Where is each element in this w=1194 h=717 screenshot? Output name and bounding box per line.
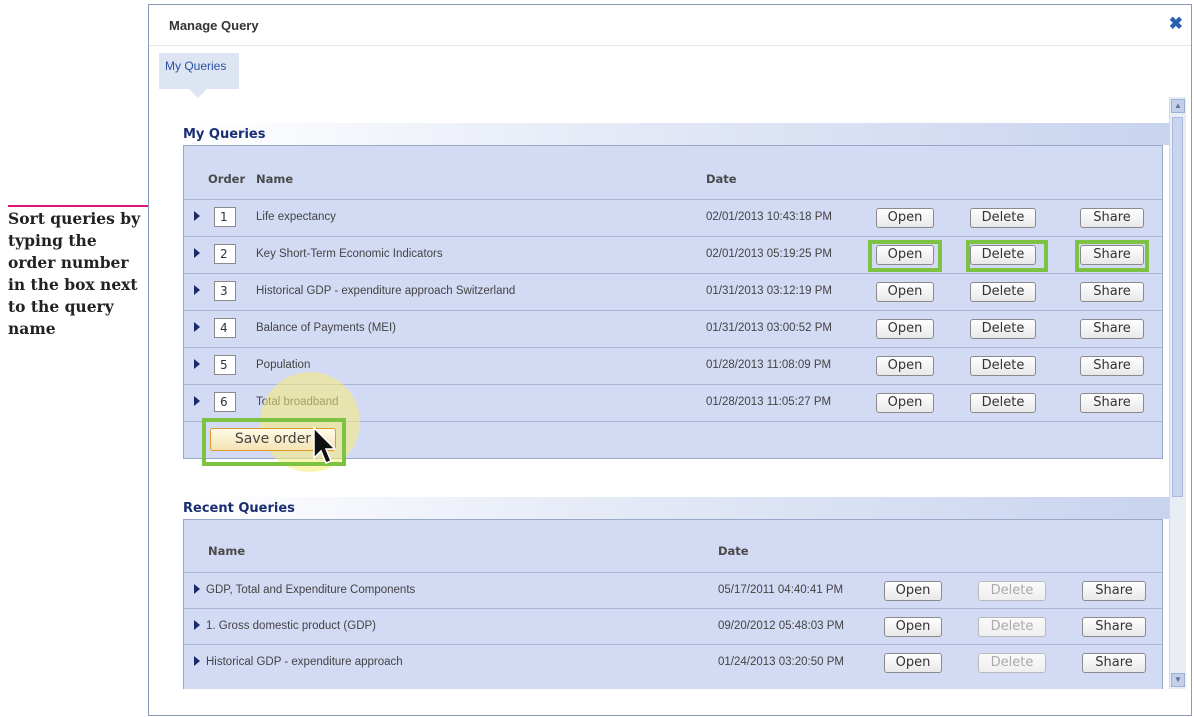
delete-button[interactable]: Delete xyxy=(978,581,1046,601)
recent-queries-heading: Recent Queries xyxy=(183,497,1169,519)
recent-query-row[interactable]: GDP, Total and Expenditure Components 05/… xyxy=(184,572,1162,609)
highlight-share-button xyxy=(1075,240,1149,272)
annotation-callout: Sort queries by typing the order number … xyxy=(8,209,141,338)
expand-arrow-icon[interactable] xyxy=(194,359,200,369)
recent-query-date: 01/24/2013 03:20:50 PM xyxy=(718,656,844,668)
recent-query-name: Historical GDP - expenditure approach xyxy=(206,656,403,668)
recent-query-name: GDP, Total and Expenditure Components xyxy=(206,584,416,596)
scroll-down-arrow-icon[interactable]: ▼ xyxy=(1171,673,1185,687)
delete-button[interactable]: Delete xyxy=(978,653,1046,673)
order-number-input[interactable]: 3 xyxy=(214,281,236,301)
share-button[interactable]: Share xyxy=(1080,208,1144,228)
recent-query-row[interactable]: Historical GDP - expenditure approach 01/… xyxy=(184,644,1162,681)
scrollbar-thumb[interactable] xyxy=(1172,117,1183,497)
expand-arrow-icon[interactable] xyxy=(194,285,200,295)
my-queries-heading: My Queries xyxy=(183,123,1169,145)
highlight-delete-button xyxy=(966,240,1048,272)
open-button[interactable]: Open xyxy=(876,356,934,376)
recent-query-row[interactable]: 1. Gross domestic product (GDP) 09/20/201… xyxy=(184,608,1162,645)
open-button[interactable]: Open xyxy=(876,393,934,413)
tab-my-queries[interactable]: My Queries xyxy=(159,53,239,89)
open-button[interactable]: Open xyxy=(884,653,942,673)
query-name: Key Short-Term Economic Indicators xyxy=(256,248,443,260)
mouse-pointer-icon xyxy=(313,426,337,464)
column-header-date: Date xyxy=(706,172,737,186)
delete-button[interactable]: Delete xyxy=(978,617,1046,637)
share-button[interactable]: Share xyxy=(1082,581,1146,601)
share-button[interactable]: Share xyxy=(1082,617,1146,637)
expand-arrow-icon[interactable] xyxy=(194,211,200,221)
recent-column-header-date: Date xyxy=(718,544,749,558)
open-button[interactable]: Open xyxy=(876,208,934,228)
recent-query-name: 1. Gross domestic product (GDP) xyxy=(206,620,376,632)
order-number-input[interactable]: 4 xyxy=(214,318,236,338)
query-date: 01/28/2013 11:05:27 PM xyxy=(706,396,832,408)
open-button[interactable]: Open xyxy=(876,319,934,339)
query-date: 01/28/2013 11:08:09 PM xyxy=(706,359,832,371)
recent-query-date: 05/17/2011 04:40:41 PM xyxy=(718,584,844,596)
order-number-input[interactable]: 2 xyxy=(214,244,236,264)
expand-arrow-icon[interactable] xyxy=(194,322,200,332)
tab-my-queries-label: My Queries xyxy=(165,59,227,73)
open-button[interactable]: Open xyxy=(884,617,942,637)
open-button[interactable]: Open xyxy=(884,581,942,601)
column-header-name: Name xyxy=(256,172,294,186)
recent-column-header-name: Name xyxy=(208,544,246,558)
query-date: 02/01/2013 05:19:25 PM xyxy=(706,248,832,260)
query-name: Balance of Payments (MEI) xyxy=(256,322,396,334)
dialog-titlebar: Manage Query ✖ xyxy=(149,5,1191,46)
expand-arrow-icon[interactable] xyxy=(194,656,200,666)
dialog-title: Manage Query xyxy=(169,18,259,33)
delete-button[interactable]: Delete xyxy=(970,319,1036,339)
vertical-scrollbar[interactable]: ▲ ▼ xyxy=(1169,97,1186,689)
query-row[interactable]: 1 Life expectancy 02/01/2013 10:43:18 PM Op… xyxy=(184,199,1162,236)
share-button[interactable]: Share xyxy=(1080,356,1144,376)
recent-queries-table: Name Date GDP, Total and Expenditure Com… xyxy=(183,519,1163,689)
expand-arrow-icon[interactable] xyxy=(194,396,200,406)
query-row[interactable]: 4 Balance of Payments (MEI) 01/31/2013 03:… xyxy=(184,310,1162,347)
manage-query-dialog: Manage Query ✖ My Queries My Queries Ord… xyxy=(148,4,1192,716)
share-button[interactable]: Share xyxy=(1080,393,1144,413)
delete-button[interactable]: Delete xyxy=(970,393,1036,413)
column-header-order: Order xyxy=(208,172,246,186)
share-button[interactable]: Share xyxy=(1080,282,1144,302)
query-name: Historical GDP - expenditure approach Sw… xyxy=(256,285,516,297)
expand-arrow-icon[interactable] xyxy=(194,620,200,630)
query-name: Life expectancy xyxy=(256,211,336,223)
highlight-open-button xyxy=(868,240,942,272)
query-name: Population xyxy=(256,359,311,371)
order-number-input[interactable]: 6 xyxy=(214,392,236,412)
close-icon[interactable]: ✖ xyxy=(1169,14,1183,34)
recent-query-date: 09/20/2012 05:48:03 PM xyxy=(718,620,844,632)
query-date: 01/31/2013 03:12:19 PM xyxy=(706,285,832,297)
query-date: 02/01/2013 10:43:18 PM xyxy=(706,211,832,223)
expand-arrow-icon[interactable] xyxy=(194,248,200,258)
share-button[interactable]: Share xyxy=(1080,319,1144,339)
scroll-up-arrow-icon[interactable]: ▲ xyxy=(1171,99,1185,113)
order-number-input[interactable]: 5 xyxy=(214,355,236,375)
open-button[interactable]: Open xyxy=(876,282,934,302)
order-number-input[interactable]: 1 xyxy=(214,207,236,227)
query-row[interactable]: 3 Historical GDP - expenditure approach S… xyxy=(184,273,1162,310)
delete-button[interactable]: Delete xyxy=(970,356,1036,376)
delete-button[interactable]: Delete xyxy=(970,208,1036,228)
expand-arrow-icon[interactable] xyxy=(194,584,200,594)
delete-button[interactable]: Delete xyxy=(970,282,1036,302)
share-button[interactable]: Share xyxy=(1082,653,1146,673)
query-date: 01/31/2013 03:00:52 PM xyxy=(706,322,832,334)
